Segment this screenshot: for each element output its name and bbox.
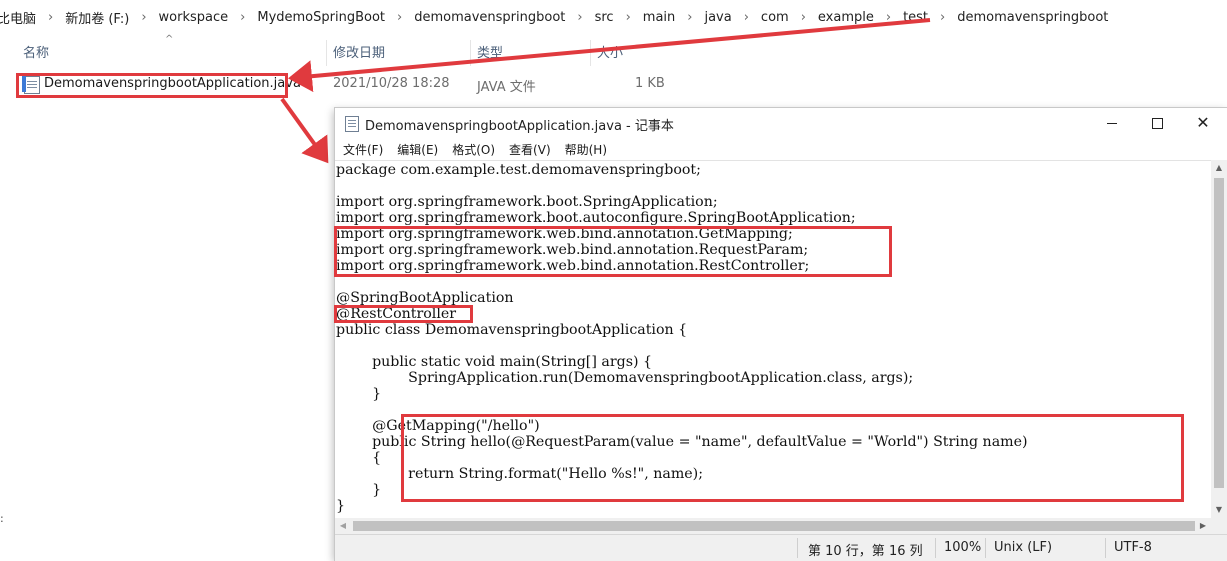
menu-file[interactable]: 文件(F) [336,141,390,158]
breadcrumb-item[interactable]: main [640,10,678,25]
column-divider[interactable] [326,40,327,66]
scroll-up-icon[interactable]: ▲ [1211,160,1227,176]
status-divider [985,538,986,558]
breadcrumb-item[interactable]: workspace [156,10,232,25]
status-zoom: 100% [944,540,982,555]
annotation-box-restcontroller [334,305,473,323]
menu-edit[interactable]: 编辑(E) [390,141,445,158]
cut-off-text: : [0,512,4,525]
maximize-icon [1151,117,1163,129]
scroll-right-icon[interactable]: ▶ [1195,518,1211,534]
vertical-scrollbar[interactable]: ▲ ▼ [1211,160,1227,518]
breadcrumb-item[interactable]: java [701,10,734,25]
scroll-down-icon[interactable]: ▼ [1211,502,1227,518]
sort-up-icon: ^ [165,34,174,45]
breadcrumb-item[interactable]: src [592,10,617,25]
window-title: DemomavenspringbootApplication.java - 记事… [365,119,674,134]
title-bar[interactable]: DemomavenspringbootApplication.java - 记事… [335,108,1227,138]
scroll-thumb[interactable] [1214,178,1224,488]
chevron-right-icon[interactable]: › [231,10,254,25]
status-line-ending: Unix (LF) [994,540,1053,555]
column-header-name[interactable]: 名称 [23,42,49,66]
file-date: 2021/10/28 18:28 [333,76,450,91]
horizontal-scrollbar[interactable]: ◀ ▶ [335,518,1211,534]
status-divider [935,538,936,558]
chevron-right-icon[interactable]: › [735,10,758,25]
breadcrumb-item[interactable]: MydemoSpringBoot [254,10,388,25]
status-cursor-position: 第 10 行，第 16 列 [808,544,923,559]
arrow-file-to-editor [280,97,329,164]
close-button[interactable]: ✕ [1180,108,1226,138]
chevron-right-icon[interactable]: › [617,10,640,25]
menu-view[interactable]: 查看(V) [502,141,558,158]
column-header-size[interactable]: 大小 [597,42,623,66]
menu-bar: 文件(F) 编辑(E) 格式(O) 查看(V) 帮助(H) [335,138,1227,160]
file-type: JAVA 文件 [477,80,536,95]
chevron-right-icon[interactable]: › [931,10,954,25]
breadcrumb-item[interactable]: demomavenspringboot [411,10,568,25]
chevron-right-icon[interactable]: › [877,10,900,25]
status-bar: 第 10 行，第 16 列 100% Unix (LF) UTF-8 [335,534,1227,561]
column-divider[interactable] [590,40,591,66]
minimize-button[interactable] [1089,108,1135,138]
scroll-left-icon[interactable]: ◀ [335,518,351,534]
annotation-box-imports [334,226,892,277]
column-header-date[interactable]: 修改日期 [333,42,385,66]
breadcrumb-item[interactable]: 新加卷 (F:) [62,8,132,27]
chevron-right-icon[interactable]: › [132,10,155,25]
chevron-right-icon[interactable]: › [678,10,701,25]
annotation-box-hello-method [401,414,1184,502]
chevron-right-icon[interactable]: › [792,10,815,25]
menu-help[interactable]: 帮助(H) [558,141,614,158]
status-divider [1105,538,1106,558]
breadcrumb-item[interactable]: test [900,10,931,25]
chevron-right-icon[interactable]: › [388,10,411,25]
chevron-right-icon[interactable]: › [568,10,591,25]
scroll-thumb[interactable] [353,521,1195,531]
column-divider[interactable] [470,40,471,66]
breadcrumb-item[interactable]: com [758,10,792,25]
status-encoding: UTF-8 [1114,540,1152,555]
maximize-button[interactable] [1134,108,1180,138]
breadcrumb-item[interactable]: demomavenspringboot [954,10,1111,25]
chevron-right-icon[interactable]: › [39,10,62,25]
column-header-type[interactable]: 类型 [477,42,503,66]
file-size: 1 KB [635,76,665,91]
breadcrumb-item[interactable]: 比电脑 [0,8,39,27]
status-divider [797,538,798,558]
notepad-icon [345,116,359,132]
menu-format[interactable]: 格式(O) [445,141,502,158]
annotation-box-file [16,73,288,98]
close-icon: ✕ [1196,113,1210,132]
breadcrumb-item[interactable]: example [815,10,877,25]
minimize-icon [1107,122,1117,124]
breadcrumb: 比电脑 › 新加卷 (F:) › workspace › MydemoSpringBo… [0,0,1227,34]
scrollbar-corner [1211,518,1227,534]
